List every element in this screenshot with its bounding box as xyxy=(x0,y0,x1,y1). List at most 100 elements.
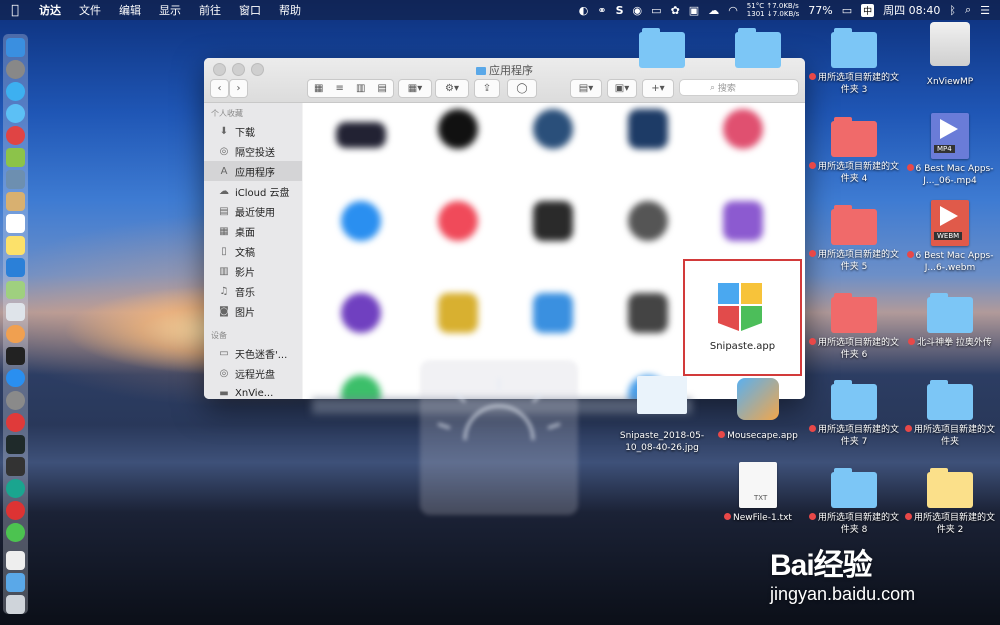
browser-dock-icon[interactable] xyxy=(6,104,25,123)
sidebar-item-applications[interactable]: A 应用程序 xyxy=(204,161,302,181)
rabbit-icon[interactable]: ◉ xyxy=(633,4,643,17)
app-item[interactable] xyxy=(603,109,693,149)
menu-file[interactable]: 文件 xyxy=(70,2,110,18)
safari-dock-icon[interactable] xyxy=(6,82,25,101)
trash-dock-icon[interactable] xyxy=(6,595,25,614)
apple-menu-icon[interactable]:  xyxy=(0,3,30,18)
desktop-item-mp4[interactable]: MP4 6 Best Mac Apps- J..._06-.mp4 xyxy=(904,113,996,187)
desktop-item-newfile[interactable]: TXT NewFile-1.txt xyxy=(712,462,804,524)
tag-button[interactable]: ◯ xyxy=(507,79,537,98)
sidebar-item-pictures[interactable]: ◙ 图片 xyxy=(204,301,302,321)
list-view-icon[interactable]: ≡ xyxy=(336,83,344,94)
menu-edit[interactable]: 编辑 xyxy=(110,2,150,18)
menu-go[interactable]: 前往 xyxy=(190,2,230,18)
wechat-icon[interactable]: ✿ xyxy=(671,4,680,17)
group-button[interactable]: ▦▾ xyxy=(398,79,432,98)
menu-help[interactable]: 帮助 xyxy=(270,2,310,18)
sidebar-item-movies[interactable]: ▥ 影片 xyxy=(204,261,302,281)
app-item[interactable] xyxy=(698,201,788,241)
battery-icon[interactable]: ▭ xyxy=(842,4,852,17)
app-item[interactable] xyxy=(413,201,503,241)
add-button[interactable]: +▾ xyxy=(642,79,674,98)
sidebar-item-documents[interactable]: ▯ 文稿 xyxy=(204,241,302,261)
app-item[interactable] xyxy=(413,293,503,333)
app-item[interactable] xyxy=(316,201,406,241)
search-field[interactable]: ⌕ 搜索 xyxy=(679,79,799,96)
netease-music-dock-icon[interactable] xyxy=(6,500,25,520)
app-item[interactable] xyxy=(698,109,788,149)
app-item[interactable] xyxy=(508,109,598,149)
sidebar-item-airdrop[interactable]: ◎ 隔空投送 xyxy=(204,141,302,161)
app-item[interactable] xyxy=(508,293,598,333)
app-item[interactable] xyxy=(316,115,406,165)
app-red-dock-icon[interactable] xyxy=(6,126,25,145)
settings-button[interactable]: ▣▾ xyxy=(607,79,637,98)
desktop-item-folder[interactable]: 用所选项目新建的文件夹 xyxy=(904,380,996,448)
activity-monitor-dock-icon[interactable] xyxy=(6,434,25,454)
desktop-item-webm[interactable]: WEBM 6 Best Mac Apps- J...6-.webm xyxy=(904,200,996,274)
app-list-dock-icon[interactable] xyxy=(6,302,25,322)
input-method[interactable]: 中 xyxy=(861,3,875,17)
battery-percent[interactable]: 77% xyxy=(808,4,832,17)
desktop-item-folder-2[interactable]: 用所选项目新建的文件夹 2 xyxy=(904,468,996,536)
desktop-folder[interactable] xyxy=(712,28,804,68)
desktop-item-mousecape[interactable]: Mousecape.app xyxy=(712,378,804,442)
calendar-dock-icon[interactable] xyxy=(6,214,25,234)
photos-dock-icon[interactable] xyxy=(6,324,25,344)
toggle-icon[interactable]: ◐ xyxy=(579,4,589,17)
desktop-item-folder-4[interactable]: 用所选项目新建的文件夹 4 xyxy=(808,117,900,185)
sidebar-item-computer[interactable]: ▭ 天色迷香'... xyxy=(204,343,302,363)
desktop-item-folder-5[interactable]: 用所选项目新建的文件夹 5 xyxy=(808,205,900,273)
sidebar-item-remote-disc[interactable]: ◎ 远程光盘 xyxy=(204,363,302,383)
sidebar-item-recents[interactable]: ▤ 最近使用 xyxy=(204,201,302,221)
downloads-dock-icon[interactable] xyxy=(6,573,25,592)
menu-app-name[interactable]: 访达 xyxy=(30,2,70,18)
back-button[interactable]: ‹ xyxy=(210,79,229,98)
app-item[interactable] xyxy=(603,201,693,241)
app-item[interactable] xyxy=(316,375,406,399)
app-item[interactable] xyxy=(603,293,693,333)
finder-face-dock-icon[interactable] xyxy=(6,258,25,278)
snipaste-app-item[interactable]: Snipaste.app xyxy=(683,259,802,376)
forward-button[interactable]: › xyxy=(229,79,248,98)
bluetooth-icon[interactable]: ᛒ xyxy=(949,4,956,17)
action-button[interactable]: ⚙▾ xyxy=(435,79,469,98)
spotlight-icon[interactable]: ⌕ xyxy=(965,3,971,17)
sidebar-item-xnview[interactable]: ▬ XnVie... xyxy=(204,383,302,399)
app-item[interactable] xyxy=(316,293,406,333)
launchpad-dock-icon[interactable] xyxy=(6,60,25,79)
screen-icon[interactable]: ▣ xyxy=(689,4,699,17)
terminal-dock-icon[interactable] xyxy=(6,346,25,366)
desktop-item-beidou[interactable]: 北斗神拳 拉奥外传 xyxy=(904,293,996,349)
gallery-view-icon[interactable]: ▤ xyxy=(378,83,387,94)
clock[interactable]: 周四 08:40 xyxy=(883,2,940,18)
glasses-icon[interactable]: ⚭ xyxy=(597,4,606,17)
menu-window[interactable]: 窗口 xyxy=(230,2,270,18)
desktop-item-folder-7[interactable]: 用所选项目新建的文件夹 7 xyxy=(808,380,900,448)
wifi-icon[interactable]: ◠ xyxy=(728,4,738,17)
system-stats[interactable]: 51°C ↑7.0KB/s 1301 ↓7.0KB/s xyxy=(747,2,799,18)
notification-icon[interactable]: ☰ xyxy=(980,4,990,17)
sidebar-item-music[interactable]: ♫ 音乐 xyxy=(204,281,302,301)
s-app-icon[interactable]: S xyxy=(616,4,624,17)
cast-icon[interactable]: ▭ xyxy=(651,4,661,17)
app-dock-icon[interactable] xyxy=(6,192,25,212)
desktop-item-folder-3[interactable]: 用所选项目新建的文件夹 3 xyxy=(808,28,900,96)
desktop-folder[interactable] xyxy=(616,28,708,68)
wechat-dock-icon[interactable] xyxy=(6,523,25,542)
preview-dock-icon[interactable] xyxy=(6,170,25,190)
cloud-upload-icon[interactable]: ☁ xyxy=(708,4,719,17)
app-item[interactable] xyxy=(508,201,598,241)
app-green-dock-icon[interactable] xyxy=(6,478,25,498)
share-button[interactable]: ⇪ xyxy=(474,79,500,98)
android-dock-icon[interactable] xyxy=(6,148,25,167)
vivaldi-dock-icon[interactable] xyxy=(6,412,25,432)
app-store-dock-icon[interactable] xyxy=(6,368,25,388)
desktop-item-xnviewmp[interactable]: XnViewMP xyxy=(904,22,996,88)
finder-dock-icon[interactable] xyxy=(6,38,25,57)
desktop-item-screenshot[interactable]: Snipaste_2018-05-10_08-40-26.jpg xyxy=(616,376,708,454)
maps-dock-icon[interactable] xyxy=(6,280,25,300)
sidebar-item-downloads[interactable]: ⬇ 下载 xyxy=(204,121,302,141)
app-item[interactable] xyxy=(413,109,503,149)
column-view-icon[interactable]: ▥ xyxy=(356,83,365,94)
